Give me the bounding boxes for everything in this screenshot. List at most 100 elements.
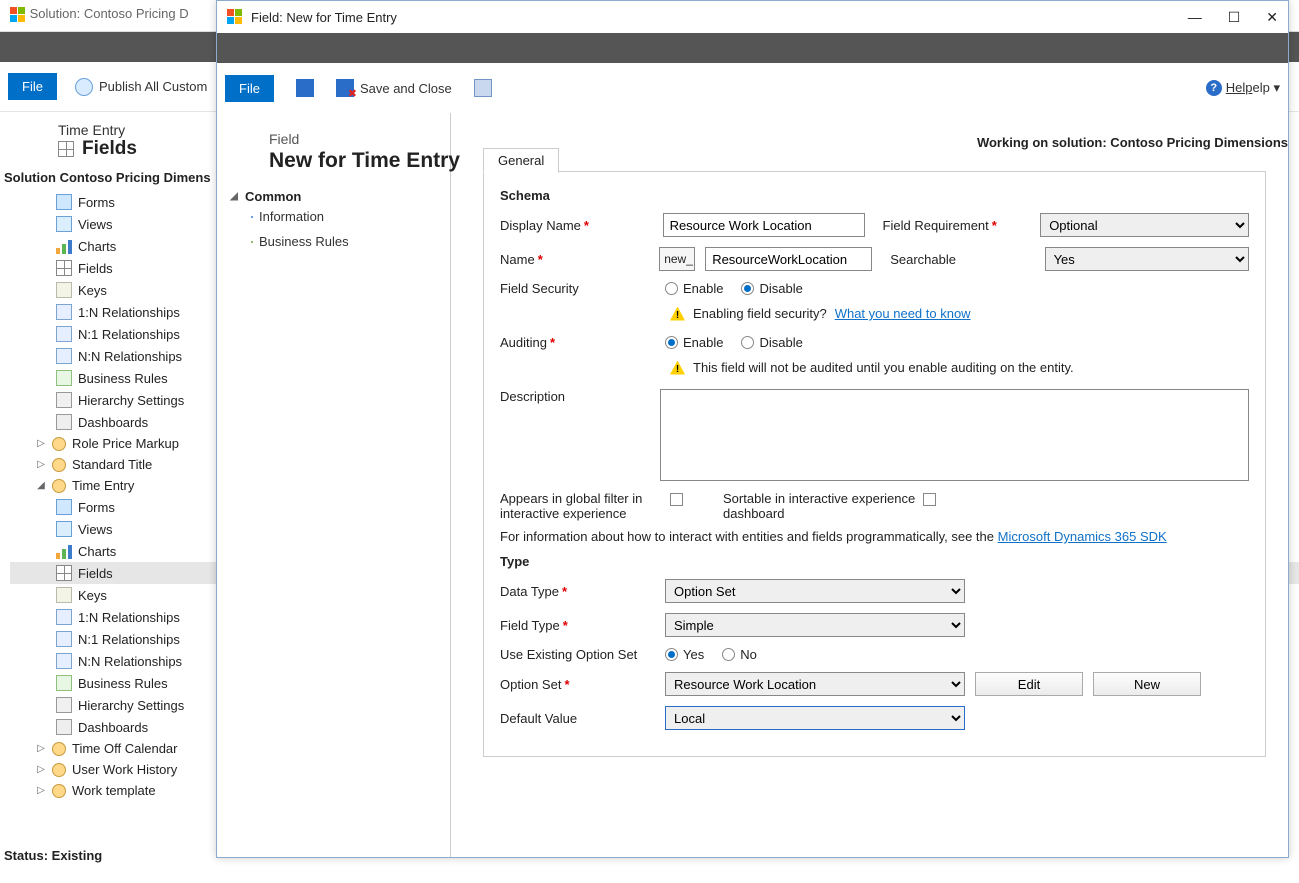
back-window-title: Solution: Contoso Pricing D: [30, 6, 189, 21]
hierarchy-icon: [56, 392, 72, 408]
caret-icon: ◢: [36, 480, 46, 491]
global-filter-checkbox[interactable]: [670, 493, 683, 506]
business-rules-icon: [251, 241, 253, 243]
field-type-select[interactable]: Simple: [665, 613, 965, 637]
warning-icon: !: [670, 307, 685, 321]
field-security-warning: ! Enabling field security? What you need…: [670, 306, 1249, 321]
publish-label: Publish All Custom: [99, 79, 207, 94]
front-window-title: Field: New for Time Entry: [251, 10, 397, 25]
business-rules-icon: [56, 675, 72, 691]
field-properties-button[interactable]: [474, 79, 492, 97]
label-use-existing: Use Existing Option Set: [500, 647, 655, 662]
description-textarea[interactable]: [660, 389, 1249, 481]
general-tab-panel: General Schema Display Name Field Requir…: [483, 171, 1266, 757]
fields-icon: [56, 565, 72, 581]
entity-icon: [52, 784, 66, 798]
label-field-security: Field Security: [500, 281, 655, 296]
save-close-icon: ✖: [336, 79, 354, 97]
maximize-button[interactable]: ☐: [1228, 9, 1241, 26]
relationship-icon: [56, 631, 72, 647]
fields-icon: [58, 141, 74, 157]
view-icon: [56, 216, 72, 232]
field-security-radios: Enable Disable: [665, 281, 803, 296]
sdk-info: For information about how to interact wi…: [500, 529, 1249, 544]
caret-icon: ▷: [36, 438, 46, 449]
schema-section-title: Schema: [500, 188, 1249, 203]
relationship-icon: [56, 304, 72, 320]
common-header[interactable]: ◢Common: [229, 189, 450, 204]
label-searchable: Searchable: [890, 252, 1034, 267]
caret-icon: ▷: [36, 785, 46, 796]
hierarchy-icon: [56, 697, 72, 713]
save-close-label: Save and Close: [360, 81, 452, 96]
file-button[interactable]: File: [8, 73, 57, 100]
working-on-solution: Working on solution: Contoso Pricing Dim…: [977, 135, 1288, 150]
minimize-button[interactable]: —: [1188, 9, 1202, 26]
use-existing-radios: Yes No: [665, 647, 757, 662]
fs-disable-radio[interactable]: Disable: [741, 281, 802, 296]
entity-icon: [52, 458, 66, 472]
label-global-filter: Appears in global filter in interactive …: [500, 491, 670, 521]
auditing-radios: Enable Disable: [665, 335, 803, 350]
chart-icon: [56, 543, 72, 559]
edit-button[interactable]: Edit: [975, 672, 1083, 696]
ms-logo-icon: [10, 7, 26, 23]
front-dark-ribbon: [217, 33, 1288, 63]
searchable-select[interactable]: Yes: [1045, 247, 1249, 271]
label-field-requirement: Field Requirement: [883, 218, 1031, 233]
nav-information[interactable]: Information: [229, 204, 450, 229]
entity-icon: [52, 742, 66, 756]
ms-logo-icon: [227, 9, 243, 25]
audit-enable-radio[interactable]: Enable: [665, 335, 723, 350]
label-default-value: Default Value: [500, 711, 655, 726]
warning-icon: !: [670, 361, 685, 375]
information-icon: [251, 216, 253, 218]
help-icon: ?: [1206, 80, 1222, 96]
label-description: Description: [500, 389, 650, 404]
caret-icon: ▷: [36, 459, 46, 470]
save-and-close-button[interactable]: ✖ Save and Close: [336, 79, 452, 97]
sdk-link[interactable]: Microsoft Dynamics 365 SDK: [998, 529, 1167, 544]
caret-icon: ◢: [229, 191, 239, 202]
use-existing-yes-radio[interactable]: Yes: [665, 647, 704, 662]
key-icon: [56, 587, 72, 603]
label-sortable: Sortable in interactive experience dashb…: [723, 491, 923, 521]
chart-icon: [56, 238, 72, 254]
close-button[interactable]: ✕: [1266, 9, 1278, 26]
fs-enable-radio[interactable]: Enable: [665, 281, 723, 296]
option-set-select[interactable]: Resource Work Location: [665, 672, 965, 696]
display-name-input[interactable]: [663, 213, 865, 237]
entity-icon: [52, 763, 66, 777]
relationship-icon: [56, 609, 72, 625]
field-requirement-select[interactable]: Optional: [1040, 213, 1249, 237]
entity-icon: [52, 437, 66, 451]
use-existing-no-radio[interactable]: No: [722, 647, 757, 662]
entity-icon: [52, 479, 66, 493]
form-icon: [56, 194, 72, 210]
relationship-icon: [56, 653, 72, 669]
publish-all-button[interactable]: Publish All Custom: [75, 78, 207, 96]
help-menu[interactable]: ? Helpelp ▾: [1206, 80, 1280, 96]
default-value-select[interactable]: Local: [665, 706, 965, 730]
left-nav-pane: Field New for Time Entry ◢Common Informa…: [217, 113, 451, 857]
save-button[interactable]: [296, 79, 314, 97]
status-bar: Status: Existing: [4, 848, 102, 863]
data-type-select[interactable]: Option Set: [665, 579, 965, 603]
properties-icon: [474, 79, 492, 97]
form-pane: Working on solution: Contoso Pricing Dim…: [451, 113, 1288, 857]
caret-icon: ▷: [36, 743, 46, 754]
name-input[interactable]: [705, 247, 872, 271]
file-button[interactable]: File: [225, 75, 274, 102]
dashboard-icon: [56, 414, 72, 430]
label-data-type: Data Type: [500, 584, 655, 599]
label-name: Name: [500, 252, 649, 267]
audit-disable-radio[interactable]: Disable: [741, 335, 802, 350]
nav-business-rules[interactable]: Business Rules: [229, 229, 450, 254]
sortable-checkbox[interactable]: [923, 493, 936, 506]
new-button[interactable]: New: [1093, 672, 1201, 696]
tab-general[interactable]: General: [483, 148, 559, 173]
entity-title: Fields: [82, 138, 137, 160]
page-title: New for Time Entry: [269, 149, 450, 173]
fs-link[interactable]: What you need to know: [835, 306, 971, 321]
type-section-title: Type: [500, 554, 1249, 569]
